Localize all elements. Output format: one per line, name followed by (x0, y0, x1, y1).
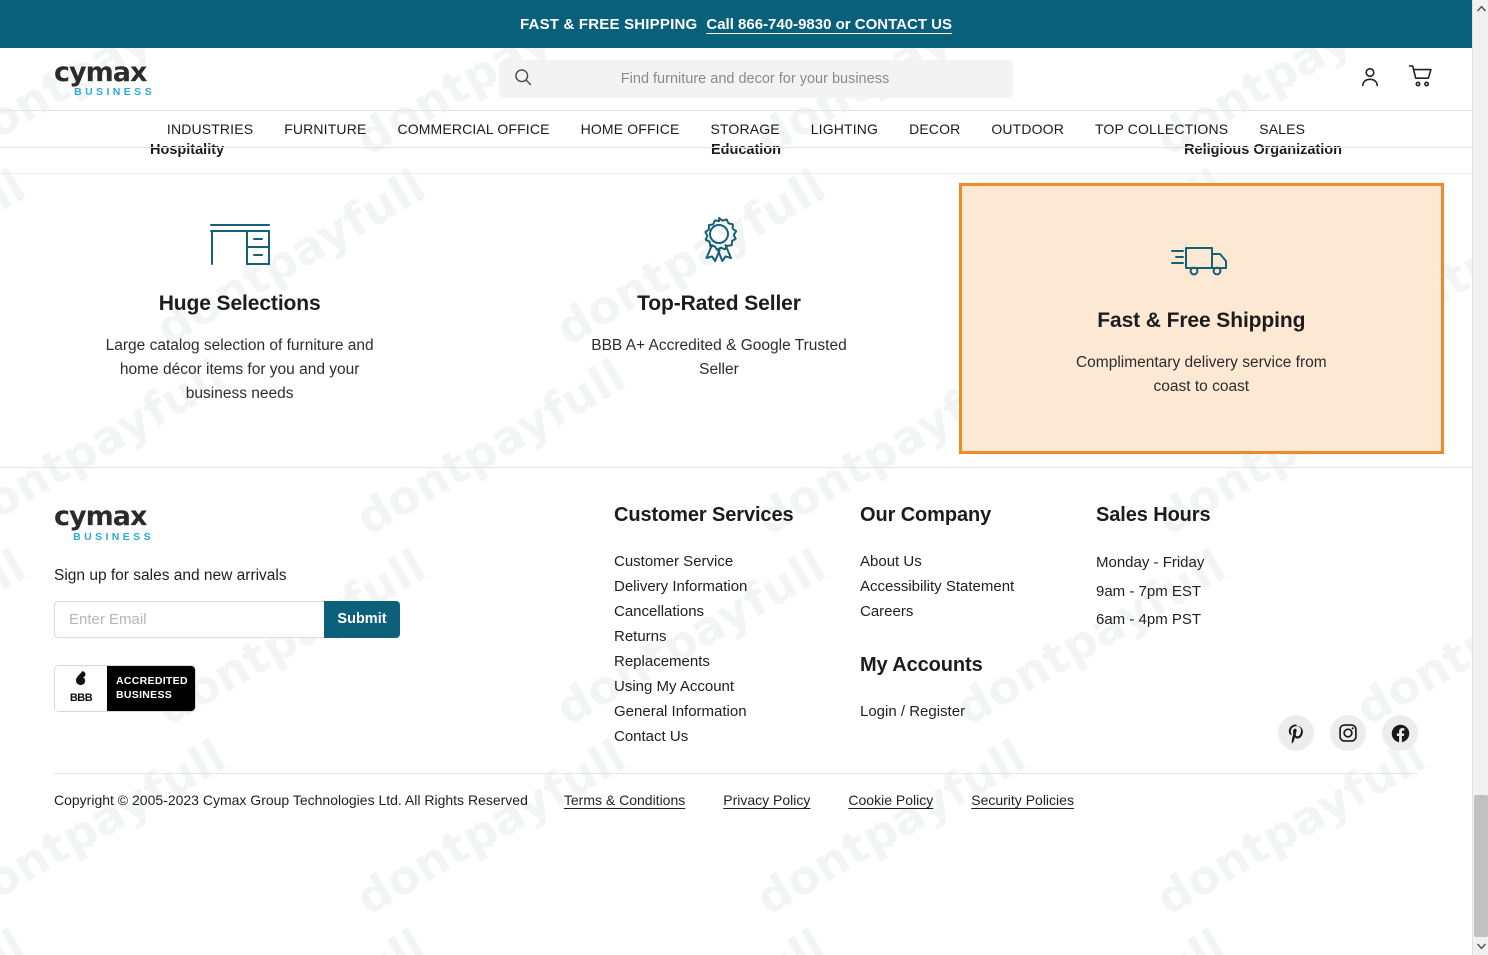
feature-title: Fast & Free Shipping (1097, 309, 1306, 332)
bbb-line-2: BUSINESS (116, 689, 173, 702)
footer-column-customer-services: Customer Services Customer Service Deliv… (614, 504, 860, 749)
header-logo-wordmark: cymax (54, 56, 147, 88)
watermark-text: dontpayfull (0, 728, 235, 926)
search-icon (513, 67, 533, 92)
watermark-text: dontpayfull (147, 918, 435, 955)
scroll-up-arrow-icon[interactable] (1473, 0, 1488, 17)
legal-links-group: Terms & Conditions Privacy Policy Cookie… (564, 792, 1074, 808)
footer-link-using-my-account[interactable]: Using My Account (614, 674, 860, 699)
sales-hours-pst: 6am - 4pm PST (1096, 611, 1202, 628)
search-input[interactable] (533, 71, 999, 87)
watermark-text: dontpayfull (1347, 918, 1472, 955)
nav-item-outdoor[interactable]: OUTDOOR (991, 121, 1064, 137)
nav-item-industries[interactable]: INDUSTRIES (167, 121, 253, 137)
scroll-down-arrow-icon[interactable] (1473, 938, 1488, 955)
header-icon-group (1358, 64, 1434, 94)
header-logo-subtitle: BUSINESS (74, 86, 155, 99)
industries-menu-row: Hospitality Education Religious Organiza… (0, 142, 1472, 174)
sales-hours-days: Monday - Friday (1096, 554, 1205, 571)
legal-link-terms-conditions[interactable]: Terms & Conditions (564, 792, 685, 808)
promo-banner-headline: FAST & FREE SHIPPING (520, 15, 698, 33)
copyright-text: Copyright © 2005-2023 Cymax Group Techno… (54, 792, 528, 808)
footer-column-our-company: Our Company About Us Accessibility State… (860, 504, 1096, 749)
footer-logo-wordmark: cymax (54, 501, 147, 532)
nav-item-top-collections[interactable]: TOP COLLECTIONS (1095, 121, 1228, 137)
footer-link-about-us[interactable]: About Us (860, 549, 1096, 574)
footer-column-title: Our Company (860, 504, 992, 526)
promo-banner: FAST & FREE SHIPPING Call 866-740-9830 o… (0, 0, 1472, 48)
feature-description: Large catalog selection of furniture and… (105, 337, 374, 402)
nav-item-furniture[interactable]: FURNITURE (284, 121, 366, 137)
watermark-text: dontpayfull (547, 918, 835, 955)
desk-icon (209, 214, 271, 272)
nav-item-commercial-office[interactable]: COMMERCIAL OFFICE (397, 121, 549, 137)
footer-logo[interactable]: cymax BUSINESS (54, 501, 154, 543)
footer-link-customer-service[interactable]: Customer Service (614, 549, 860, 574)
legal-bar: Copyright © 2005-2023 Cymax Group Techno… (54, 773, 1418, 808)
feature-description: BBB A+ Accredited & Google Trusted Selle… (591, 337, 847, 378)
footer-link-accessibility-statement[interactable]: Accessibility Statement (860, 574, 1096, 599)
legal-link-security-policies[interactable]: Security Policies (971, 792, 1074, 808)
nav-item-decor[interactable]: DECOR (909, 121, 960, 137)
footer-column-title: Customer Services (614, 504, 794, 526)
feature-title: Top-Rated Seller (637, 292, 801, 315)
award-ribbon-icon (694, 214, 744, 272)
newsletter-email-input[interactable] (54, 600, 324, 638)
watermark-text: dontpayfull (346, 728, 635, 926)
footer-column-title-my-accounts: My Accounts (860, 654, 983, 676)
bbb-badge-text: ACCREDITED BUSINESS (107, 665, 195, 711)
main-navigation: INDUSTRIES FURNITURE COMMERCIAL OFFICE H… (0, 110, 1472, 148)
feature-highlights: Huge Selections Large catalog selection … (0, 174, 1472, 467)
footer-link-returns[interactable]: Returns (614, 624, 860, 649)
newsletter-form: Submit (54, 600, 400, 638)
footer-link-careers[interactable]: Careers (860, 599, 1096, 624)
nav-item-sales[interactable]: SALES (1259, 121, 1305, 137)
footer-link-delivery-information[interactable]: Delivery Information (614, 574, 860, 599)
header-logo[interactable]: cymax BUSINESS (54, 56, 155, 99)
promo-banner-contact-link[interactable]: Call 866-740-9830 or CONTACT US (706, 16, 952, 33)
page-scrollbar[interactable] (1472, 0, 1488, 955)
scrollbar-thumb[interactable] (1474, 795, 1488, 937)
delivery-truck-icon (1170, 231, 1232, 289)
shopping-cart-icon[interactable] (1408, 64, 1434, 94)
site-footer: cymax BUSINESS Sign up for sales and new… (0, 467, 1472, 749)
feature-title: Huge Selections (158, 292, 321, 315)
watermark-text: dontpayfull (0, 918, 35, 955)
feature-description: Complimentary delivery service from coas… (1075, 354, 1327, 395)
page-content: FAST & FREE SHIPPING Call 866-740-9830 o… (0, 0, 1472, 955)
sales-hours-est: 9am - 7pm EST (1096, 582, 1202, 600)
watermark-text: dontpayfull (746, 728, 1035, 926)
legal-link-privacy-policy[interactable]: Privacy Policy (723, 792, 810, 808)
instagram-icon[interactable] (1330, 715, 1366, 751)
nav-item-home-office[interactable]: HOME OFFICE (581, 121, 680, 137)
nav-item-storage[interactable]: STORAGE (710, 121, 779, 137)
facebook-icon[interactable] (1382, 715, 1418, 751)
search-region (154, 60, 1358, 98)
bbb-line-1: ACCREDITED (116, 675, 188, 688)
bbb-accredited-business-badge[interactable]: BBB ACCREDITED BUSINESS (54, 664, 196, 712)
watermark-text: dontpayfull (947, 918, 1235, 955)
footer-link-replacements[interactable]: Replacements (614, 649, 860, 674)
bbb-mark-text: BBB (69, 692, 93, 705)
browser-viewport: FAST & FREE SHIPPING Call 866-740-9830 o… (0, 0, 1488, 955)
pinterest-icon[interactable] (1278, 715, 1314, 751)
legal-link-cookie-policy[interactable]: Cookie Policy (848, 792, 933, 808)
feature-card-fast-free-shipping[interactable]: Fast & Free Shipping Complimentary deliv… (958, 183, 1444, 454)
bbb-logo-icon: BBB (55, 665, 107, 711)
feature-card-huge-selections: Huge Selections Large catalog selection … (0, 214, 479, 423)
footer-column-title: Sales Hours (1096, 504, 1211, 526)
footer-link-cancellations[interactable]: Cancellations (614, 599, 860, 624)
user-account-icon[interactable] (1358, 65, 1382, 94)
feature-card-top-rated-seller: Top-Rated Seller BBB A+ Accredited & Goo… (479, 214, 958, 423)
search-box[interactable] (499, 60, 1013, 98)
watermark-text: dontpayfull (1146, 728, 1435, 926)
nav-item-lighting[interactable]: LIGHTING (811, 121, 878, 137)
footer-brand-column: cymax BUSINESS Sign up for sales and new… (54, 501, 614, 749)
footer-column-sales-hours: Sales Hours Monday - Friday 9am - 7pm ES… (1096, 504, 1296, 749)
footer-logo-subtitle: BUSINESS (73, 530, 154, 543)
site-header: cymax BUSINESS (0, 48, 1472, 110)
social-media-links (0, 715, 1472, 751)
newsletter-submit-button[interactable]: Submit (324, 600, 400, 638)
newsletter-prompt: Sign up for sales and new arrivals (54, 566, 287, 584)
